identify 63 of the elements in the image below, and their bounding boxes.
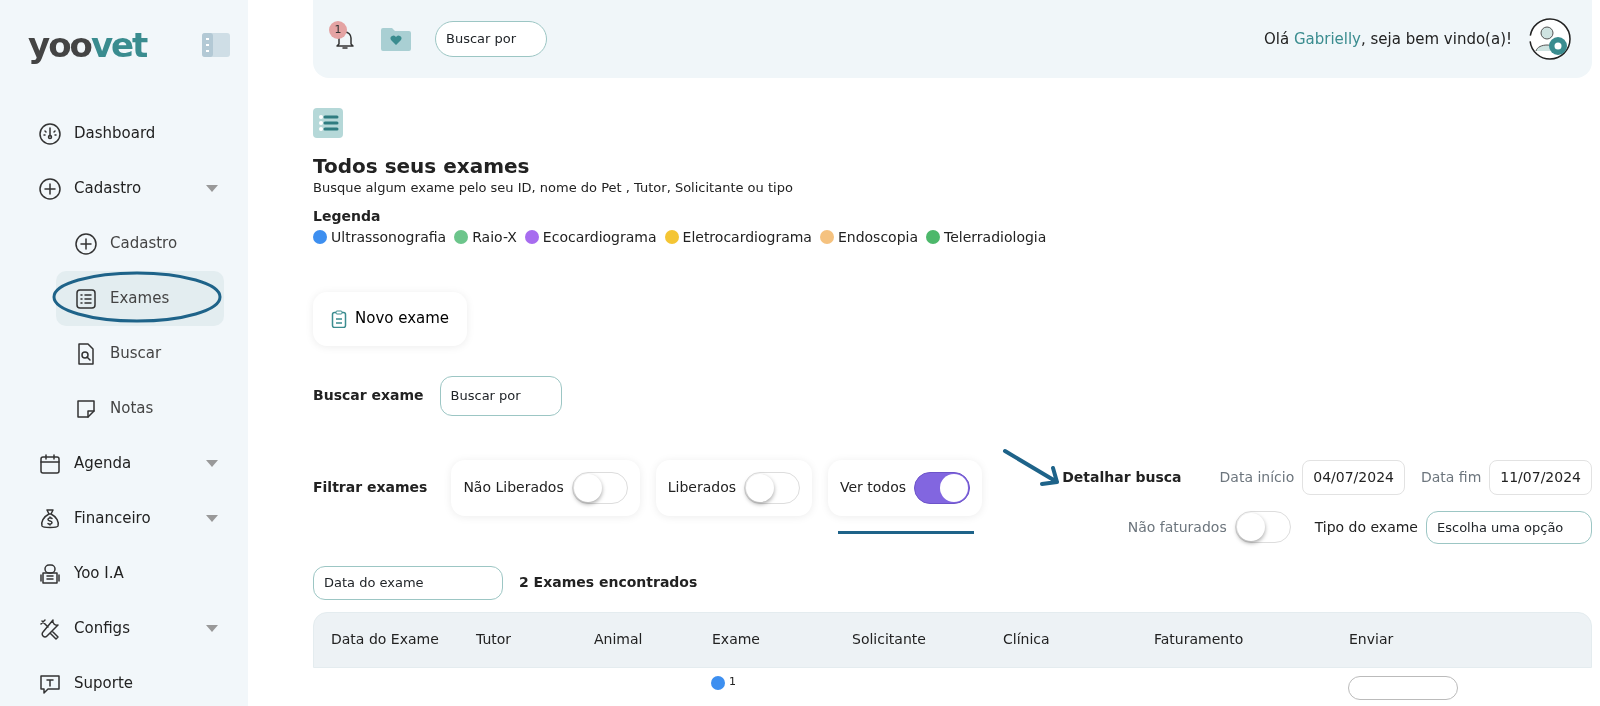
exam-type-select[interactable]: Escolha uma opção [1426,510,1592,544]
page-subtitle: Busque algum exame pelo seu ID, nome do Pet , Tutor, Solicitante ou tipo [313,179,794,197]
column-header: Clínica [1002,630,1051,649]
sidebar-item[interactable]: Cadastro [24,161,224,216]
start-date-label: Data início [1219,467,1295,487]
column-header: Solicitante [851,630,927,649]
sidebar-item[interactable]: Dashboard [24,106,224,161]
sidebar-item[interactable]: Yoo I.A [24,546,224,601]
exam-search-select[interactable]: Buscar por [439,375,562,416]
list-icon [313,108,343,138]
column-header: Exame [711,630,761,649]
logo: yoovet [28,28,147,62]
column-header: Data do Exame [330,630,440,649]
list-icon [74,286,98,311]
legend-label: Ecocardiograma [542,227,657,247]
search-label: Buscar exame [313,386,424,405]
column-header: Tutor [475,630,513,649]
plus-circle-icon [74,231,98,256]
sidebar-item[interactable]: Financeiro [24,491,224,546]
notification-badge: 1 [329,21,347,39]
sidebar-item[interactable]: Configs [24,601,224,656]
filter-label: Filtrar exames [313,478,428,497]
column-header: Animal [593,630,644,649]
result-count: 2 Exames encontrados [519,573,698,593]
end-date-label: Data fim [1420,467,1482,487]
legend-title: Legenda [313,206,382,226]
clipboard-icon [331,309,347,328]
search-select[interactable]: Buscar por [435,21,547,57]
toggle-switch[interactable] [914,471,971,504]
tools-icon [38,616,62,641]
start-date-field[interactable]: 04/07/2024 [1302,459,1405,495]
legend-label: Telerradiologia [944,227,1047,247]
legend-label: Raio-X [472,227,517,247]
robot-icon [38,561,62,586]
sidebar-item[interactable]: Suporte [24,656,224,706]
column-header: Faturamento [1153,630,1245,649]
greeting-text: Olá Gabrielly, seja bem vindo(a)! [1263,28,1512,50]
new-exam-button[interactable]: Novo exame [313,291,468,346]
sidebar-toggle-icon[interactable] [202,33,230,57]
money-bag-icon [38,506,62,531]
sidebar-item[interactable]: Agenda [24,436,224,491]
legend-label: Ultrassonografia [331,227,447,247]
column-header: Enviar [1348,630,1395,649]
sidebar-subitem[interactable]: Buscar [24,326,224,381]
sidebar-subitem[interactable]: Notas [24,381,224,436]
user-settings-icon[interactable] [1528,17,1572,61]
page-title: Todos seus exames [313,154,531,178]
unbilled-label: Não faturados [1127,517,1227,537]
sidebar-subitem[interactable]: Cadastro [24,216,224,271]
end-date-field[interactable]: 11/07/2024 [1489,459,1592,495]
legend-label: Endoscopia [837,227,919,247]
sort-select[interactable]: Data do exame [313,566,503,600]
exam-cell: 1 [729,674,736,691]
details-label: Detalhar busca [1062,467,1182,487]
toggle-label: Não Liberados [463,478,564,497]
legend-label: Eletrocardiograma [682,227,812,247]
exam-type-label: Tipo do exame [1314,517,1418,537]
plus-circle-icon [38,176,62,201]
calendar-icon [38,451,62,476]
toggle-label: Liberados [667,478,736,497]
gauge-icon [38,121,62,146]
toggle-label: Ver todos [840,478,907,497]
folder-heart-icon[interactable] [381,27,411,51]
